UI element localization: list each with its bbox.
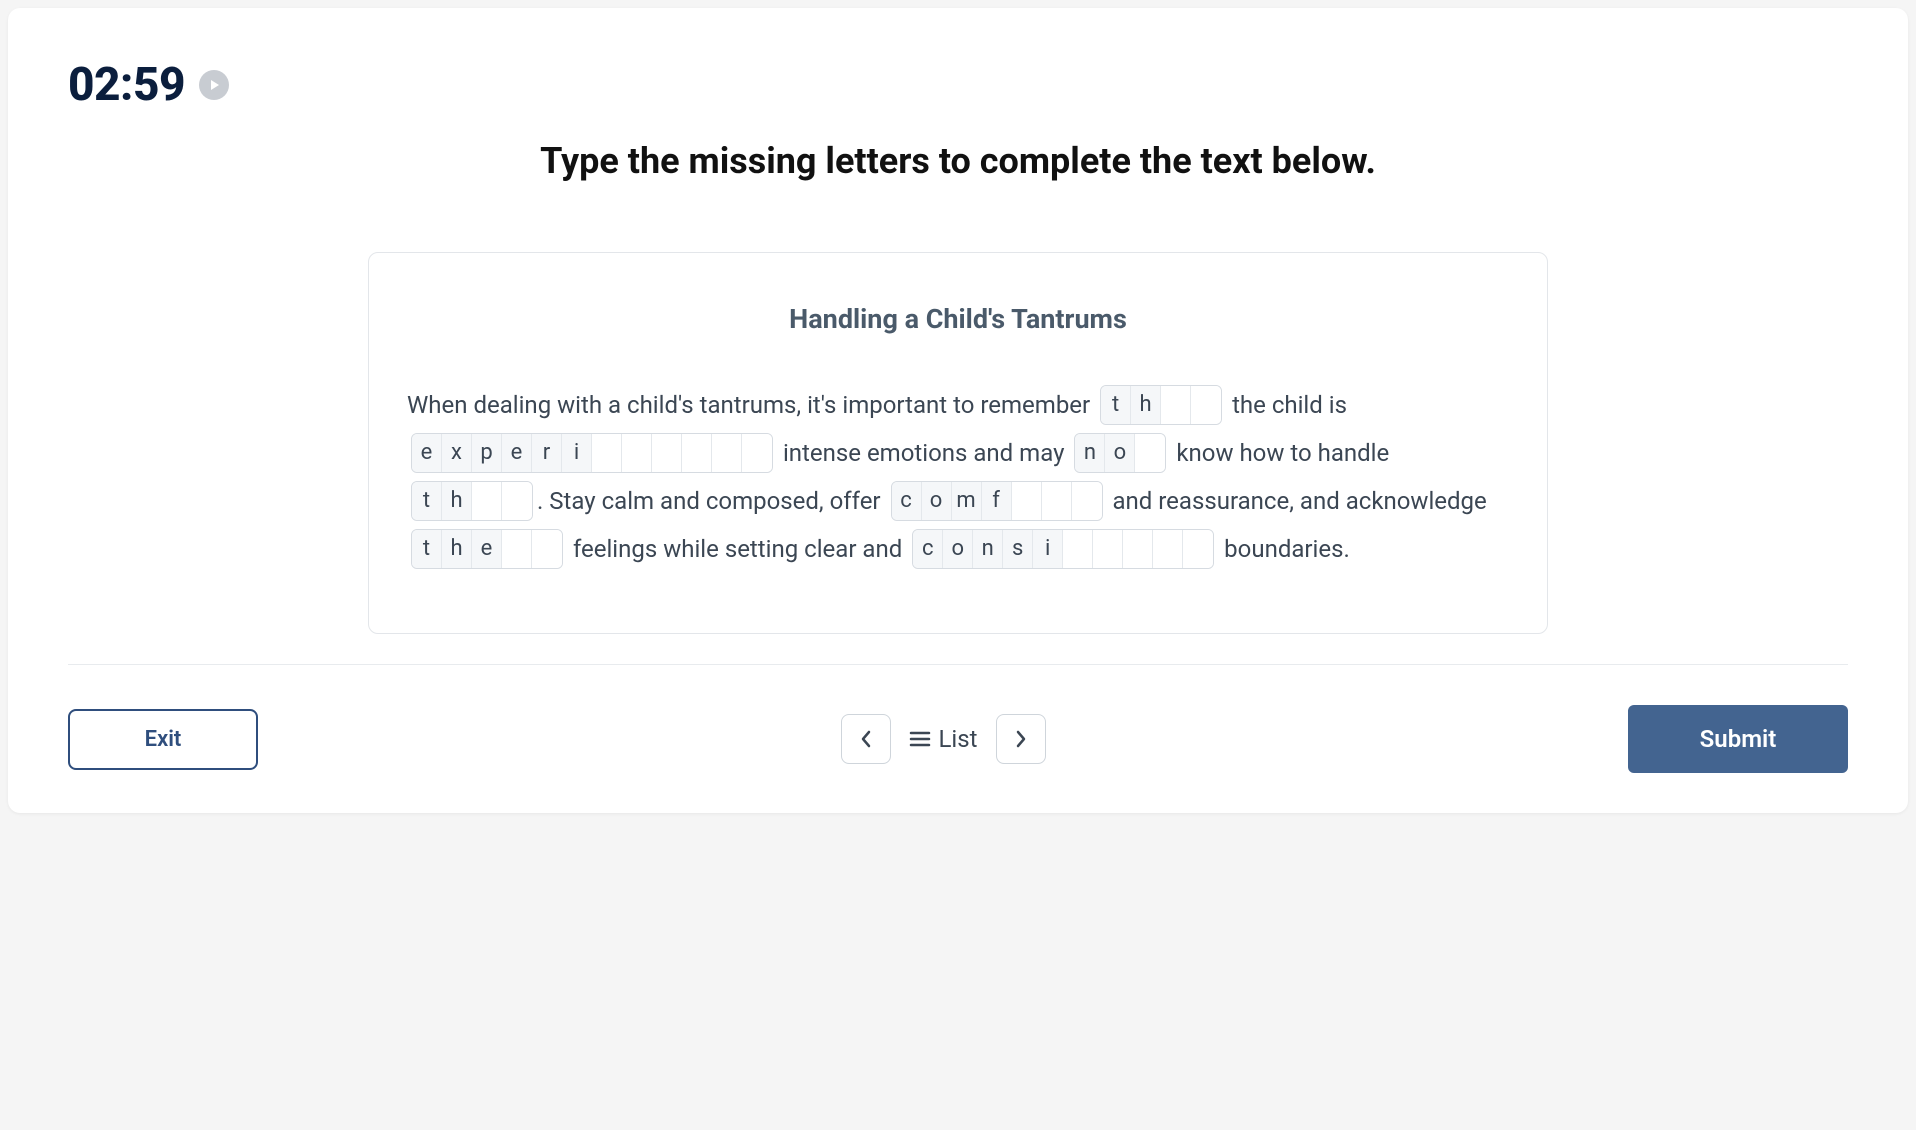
passage-text: know how to handle <box>1170 439 1389 467</box>
next-button[interactable] <box>996 714 1046 764</box>
letter-cell-given: p <box>472 434 502 472</box>
passage-text: . Stay calm and composed, offer <box>537 487 887 515</box>
letter-cell-input[interactable] <box>1135 434 1165 472</box>
letter-blank[interactable]: th <box>411 481 533 521</box>
list-button[interactable]: List <box>909 725 978 753</box>
footer-bar: Exit List Submit <box>68 705 1848 773</box>
submit-button[interactable]: Submit <box>1628 705 1848 773</box>
letter-cell-given: n <box>973 530 1003 568</box>
letter-cell-given: n <box>1075 434 1105 472</box>
letter-cell-given: h <box>442 530 472 568</box>
footer-divider <box>68 664 1848 665</box>
letter-cell-given: t <box>412 530 442 568</box>
letter-cell-input[interactable] <box>592 434 622 472</box>
prev-button[interactable] <box>841 714 891 764</box>
list-icon <box>909 730 931 748</box>
letter-cell-given: c <box>913 530 943 568</box>
letter-cell-input[interactable] <box>622 434 652 472</box>
nav-group: List <box>841 714 1046 764</box>
letter-cell-given: f <box>982 482 1012 520</box>
letter-blank[interactable]: comf <box>891 481 1103 521</box>
letter-cell-input[interactable] <box>712 434 742 472</box>
letter-cell-given: c <box>892 482 922 520</box>
letter-cell-given: s <box>1003 530 1033 568</box>
passage-box: Handling a Child's Tantrums When dealing… <box>368 252 1548 634</box>
letter-blank[interactable]: experi <box>411 433 773 473</box>
exercise-card: 02:59 Type the missing letters to comple… <box>8 8 1908 813</box>
letter-cell-input[interactable] <box>1042 482 1072 520</box>
play-icon <box>208 79 220 91</box>
letter-cell-input[interactable] <box>1183 530 1213 568</box>
letter-cell-input[interactable] <box>1123 530 1153 568</box>
letter-cell-given: i <box>1033 530 1063 568</box>
instruction-heading: Type the missing letters to complete the… <box>68 140 1848 182</box>
letter-cell-given: o <box>1105 434 1135 472</box>
passage-text: feelings while setting clear and <box>567 535 908 563</box>
timer-display: 02:59 <box>68 58 185 112</box>
letter-cell-given: e <box>472 530 502 568</box>
letter-cell-given: r <box>532 434 562 472</box>
letter-cell-given: e <box>502 434 532 472</box>
timer-row: 02:59 <box>68 58 1848 112</box>
exit-button[interactable]: Exit <box>68 709 258 770</box>
letter-cell-input[interactable] <box>472 482 502 520</box>
passage-flow: When dealing with a child's tantrums, it… <box>407 381 1509 573</box>
letter-blank[interactable]: consi <box>912 529 1214 569</box>
list-label: List <box>939 725 978 753</box>
letter-cell-input[interactable] <box>1191 386 1221 424</box>
passage-title: Handling a Child's Tantrums <box>407 303 1509 335</box>
letter-blank[interactable]: the <box>411 529 563 569</box>
letter-cell-given: t <box>1101 386 1131 424</box>
letter-cell-input[interactable] <box>1093 530 1123 568</box>
letter-cell-input[interactable] <box>1072 482 1102 520</box>
letter-cell-input[interactable] <box>652 434 682 472</box>
passage-text: the child is <box>1226 391 1347 419</box>
letter-blank[interactable]: no <box>1074 433 1166 473</box>
timer-toggle-button[interactable] <box>199 70 229 100</box>
chevron-right-icon <box>1014 729 1028 749</box>
letter-cell-input[interactable] <box>502 530 532 568</box>
letter-cell-given: e <box>412 434 442 472</box>
letter-cell-input[interactable] <box>1063 530 1093 568</box>
letter-cell-given: x <box>442 434 472 472</box>
letter-cell-given: o <box>922 482 952 520</box>
chevron-left-icon <box>859 729 873 749</box>
letter-cell-given: h <box>1131 386 1161 424</box>
letter-cell-given: i <box>562 434 592 472</box>
passage-text: intense emotions and may <box>777 439 1070 467</box>
letter-cell-input[interactable] <box>742 434 772 472</box>
letter-cell-input[interactable] <box>1012 482 1042 520</box>
passage-text: When dealing with a child's tantrums, it… <box>407 391 1096 419</box>
letter-cell-given: m <box>952 482 982 520</box>
letter-blank[interactable]: th <box>1100 385 1222 425</box>
letter-cell-given: t <box>412 482 442 520</box>
letter-cell-input[interactable] <box>682 434 712 472</box>
letter-cell-input[interactable] <box>1153 530 1183 568</box>
letter-cell-given: h <box>442 482 472 520</box>
letter-cell-input[interactable] <box>502 482 532 520</box>
passage-text: boundaries. <box>1218 535 1350 563</box>
letter-cell-input[interactable] <box>1161 386 1191 424</box>
passage-text: and reassurance, and acknowledge <box>1107 487 1487 515</box>
letter-cell-given: o <box>943 530 973 568</box>
letter-cell-input[interactable] <box>532 530 562 568</box>
